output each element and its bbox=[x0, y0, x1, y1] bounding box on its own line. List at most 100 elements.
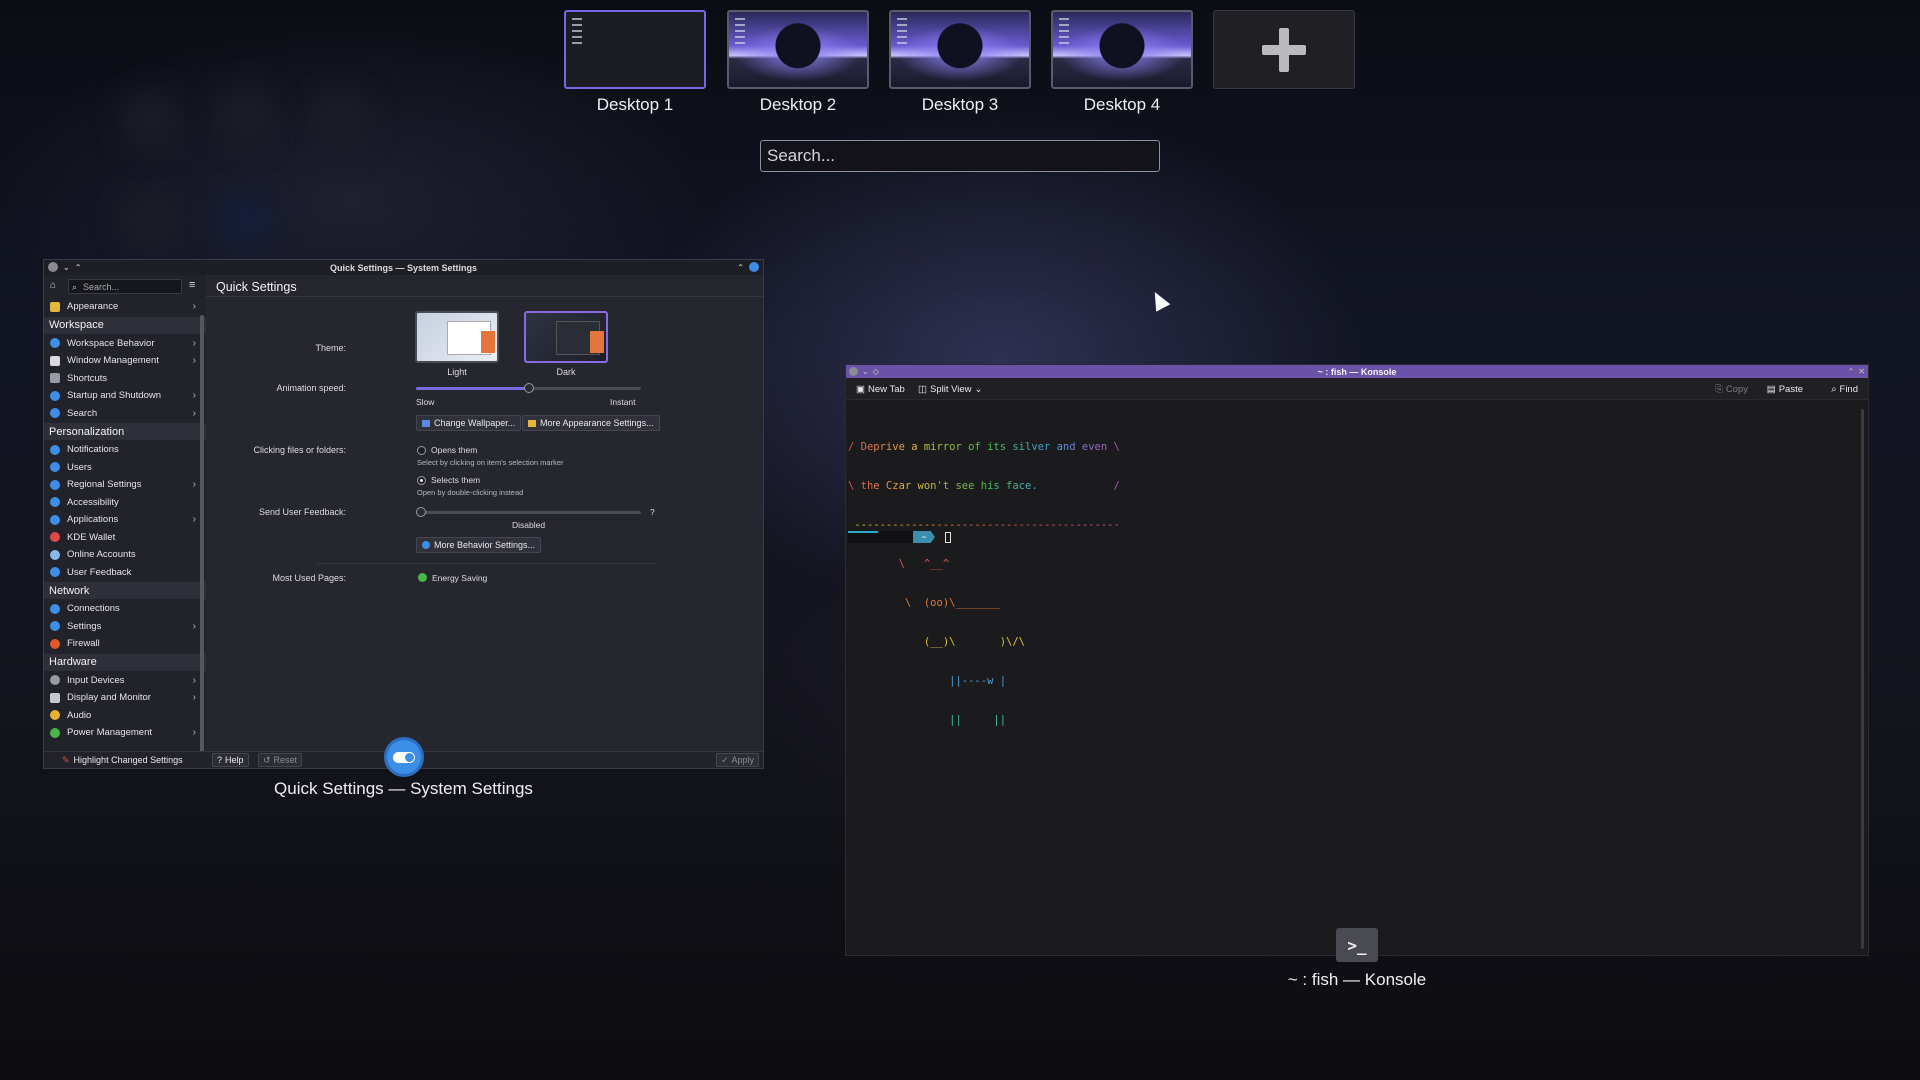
most-used-label: Most Used Pages: bbox=[272, 573, 346, 583]
sidebar-item-kde-wallet[interactable]: KDE Wallet bbox=[44, 529, 206, 547]
chevron-right-icon: › bbox=[192, 355, 196, 367]
window-title: Quick Settings — System Settings bbox=[329, 262, 478, 273]
sidebar-item-power[interactable]: Power Management › bbox=[44, 724, 206, 742]
home-icon[interactable]: ⌂ bbox=[50, 280, 56, 291]
sidebar-item-network-settings[interactable]: Settings › bbox=[44, 618, 206, 636]
terminal-line: \ ^__^ bbox=[848, 558, 950, 570]
app-menu-icon[interactable] bbox=[48, 262, 58, 272]
hamburger-menu-icon[interactable]: ≡ bbox=[189, 279, 195, 291]
background-blur bbox=[120, 190, 180, 250]
copy-button[interactable]: ⎘ Copy bbox=[1715, 384, 1748, 395]
sidebar-item-appearance[interactable]: Appearance › bbox=[44, 298, 206, 316]
desktop-label: Desktop 3 bbox=[921, 95, 999, 114]
slider-handle[interactable] bbox=[416, 507, 426, 517]
mouse-cursor-icon bbox=[1147, 288, 1171, 312]
konsole-window[interactable]: ⌄ ◇ ~ : fish — Konsole ⌃ ✕ ▣ New Tab ◫ Split… bbox=[845, 364, 1869, 956]
plus-icon bbox=[1262, 27, 1306, 72]
sidebar-item-users[interactable]: Users bbox=[44, 459, 206, 477]
system-settings-app-icon bbox=[384, 737, 424, 777]
sidebar-item-window-management[interactable]: Window Management › bbox=[44, 352, 206, 370]
sidebar-item-notifications[interactable]: Notifications bbox=[44, 441, 206, 459]
theme-dark-card[interactable] bbox=[524, 311, 608, 363]
window-title: ~ : fish — Konsole bbox=[1317, 366, 1397, 377]
energy-saving-link[interactable]: Energy Saving bbox=[432, 573, 487, 583]
change-wallpaper-button[interactable]: Change Wallpaper... bbox=[416, 415, 522, 431]
opens-them-label[interactable]: Opens them bbox=[431, 445, 477, 455]
sidebar-item-input-devices[interactable]: Input Devices › bbox=[44, 672, 206, 690]
konsole-caption[interactable]: ~ : fish — Konsole bbox=[845, 970, 1869, 990]
desktop-1[interactable]: Desktop 1 bbox=[564, 10, 706, 115]
new-tab-icon: ▣ bbox=[856, 384, 865, 395]
chevron-down-icon[interactable]: ⌄ bbox=[63, 263, 70, 272]
sidebar-item-shortcuts[interactable]: Shortcuts bbox=[44, 370, 206, 388]
appearance-icon bbox=[50, 301, 60, 312]
more-appearance-button[interactable]: More Appearance Settings... bbox=[522, 415, 660, 431]
close-icon[interactable]: ✕ bbox=[1858, 367, 1865, 376]
opens-them-radio[interactable] bbox=[417, 446, 426, 455]
split-view-button[interactable]: ◫ Split View ⌄ bbox=[918, 384, 983, 395]
paste-button[interactable]: ▤ Paste bbox=[1767, 384, 1803, 395]
sidebar-item-firewall[interactable]: Firewall bbox=[44, 635, 206, 653]
keep-above-icon[interactable]: ⌃ bbox=[75, 263, 82, 272]
animation-speed-slider[interactable] bbox=[416, 383, 641, 393]
sidebar-item-audio[interactable]: Audio bbox=[44, 707, 206, 725]
sidebar-item-startup[interactable]: Startup and Shutdown › bbox=[44, 387, 206, 405]
sidebar-item-connections[interactable]: Connections bbox=[44, 600, 206, 618]
check-icon: ✓ bbox=[720, 754, 729, 765]
highlight-changed-button[interactable]: ✎ Highlight Changed Settings bbox=[58, 753, 187, 767]
system-settings-window[interactable]: ⌄ ⌃ Quick Settings — System Settings ⌃ ⌂… bbox=[43, 259, 764, 769]
page-title: Quick Settings bbox=[206, 275, 763, 297]
pin-icon[interactable]: ◇ bbox=[873, 367, 879, 376]
clicking-label: Clicking files or folders: bbox=[253, 445, 346, 455]
desktop-thumbnail[interactable] bbox=[727, 10, 869, 89]
feedback-slider[interactable] bbox=[416, 507, 641, 517]
desktop-thumbnail[interactable] bbox=[564, 10, 706, 89]
window-titlebar[interactable]: ⌄ ◇ ~ : fish — Konsole ⌃ ✕ bbox=[846, 365, 1868, 378]
sidebar-item-search[interactable]: Search › bbox=[44, 405, 206, 423]
add-desktop-button[interactable] bbox=[1213, 10, 1355, 89]
theme-light-card[interactable] bbox=[415, 311, 499, 363]
search-icon bbox=[50, 408, 60, 419]
shell-prompt[interactable]: ~ bbox=[848, 530, 951, 544]
desktop-thumbnail[interactable] bbox=[889, 10, 1031, 89]
window-icon bbox=[50, 355, 60, 366]
desktop-2[interactable]: Desktop 2 bbox=[727, 10, 869, 115]
apply-button[interactable]: ✓ Apply bbox=[715, 753, 759, 767]
chevron-down-icon[interactable]: ⌄ bbox=[862, 367, 869, 376]
terminal-output[interactable]: / Deprive a mirror of its silver and eve… bbox=[848, 415, 1120, 753]
feedback-help-icon[interactable]: ? bbox=[650, 507, 655, 517]
theme-label: Theme: bbox=[315, 343, 346, 353]
selects-them-radio[interactable] bbox=[417, 476, 426, 485]
sidebar-scrollbar[interactable] bbox=[200, 315, 204, 753]
maximize-icon[interactable]: ⌃ bbox=[737, 263, 744, 272]
system-settings-caption[interactable]: Quick Settings — System Settings bbox=[43, 779, 764, 799]
sidebar-item-online-accounts[interactable]: Online Accounts bbox=[44, 546, 206, 564]
desktop-4[interactable]: Desktop 4 bbox=[1051, 10, 1193, 115]
terminal-cursor bbox=[945, 531, 951, 543]
maximize-icon[interactable]: ⌃ bbox=[1848, 367, 1855, 376]
slider-handle[interactable] bbox=[523, 383, 534, 393]
terminal-line: (__)\ )\/\ bbox=[848, 636, 1026, 648]
terminal-line: || || bbox=[848, 714, 1007, 726]
sidebar-item-accessibility[interactable]: Accessibility bbox=[44, 494, 206, 512]
close-icon[interactable] bbox=[749, 262, 759, 272]
sidebar-item-display[interactable]: Display and Monitor › bbox=[44, 689, 206, 707]
find-button[interactable]: ⌕ Find bbox=[1831, 384, 1858, 395]
reset-icon: ↺ bbox=[263, 754, 271, 765]
reset-button[interactable]: ↺ Reset bbox=[258, 753, 303, 767]
sidebar-item-applications[interactable]: Applications › bbox=[44, 511, 206, 529]
sidebar-search-input[interactable]: ⌕ Search... bbox=[68, 279, 182, 294]
desktop-thumbnail[interactable] bbox=[1051, 10, 1193, 89]
more-behavior-button[interactable]: More Behavior Settings... bbox=[416, 537, 542, 553]
selects-them-label[interactable]: Selects them bbox=[431, 475, 480, 485]
help-button[interactable]: ? Help bbox=[212, 753, 249, 767]
terminal-scrollbar[interactable] bbox=[1861, 409, 1864, 949]
overview-search-input[interactable] bbox=[760, 140, 1160, 172]
desktop-3[interactable]: Desktop 3 bbox=[889, 10, 1031, 115]
window-titlebar[interactable]: ⌄ ⌃ Quick Settings — System Settings ⌃ bbox=[44, 260, 763, 275]
app-menu-icon[interactable] bbox=[849, 367, 858, 376]
sidebar-item-regional[interactable]: Regional Settings › bbox=[44, 476, 206, 494]
sidebar-item-workspace-behavior[interactable]: Workspace Behavior › bbox=[44, 335, 206, 353]
sidebar-item-user-feedback[interactable]: User Feedback bbox=[44, 564, 206, 582]
new-tab-button[interactable]: ▣ New Tab bbox=[856, 384, 905, 395]
